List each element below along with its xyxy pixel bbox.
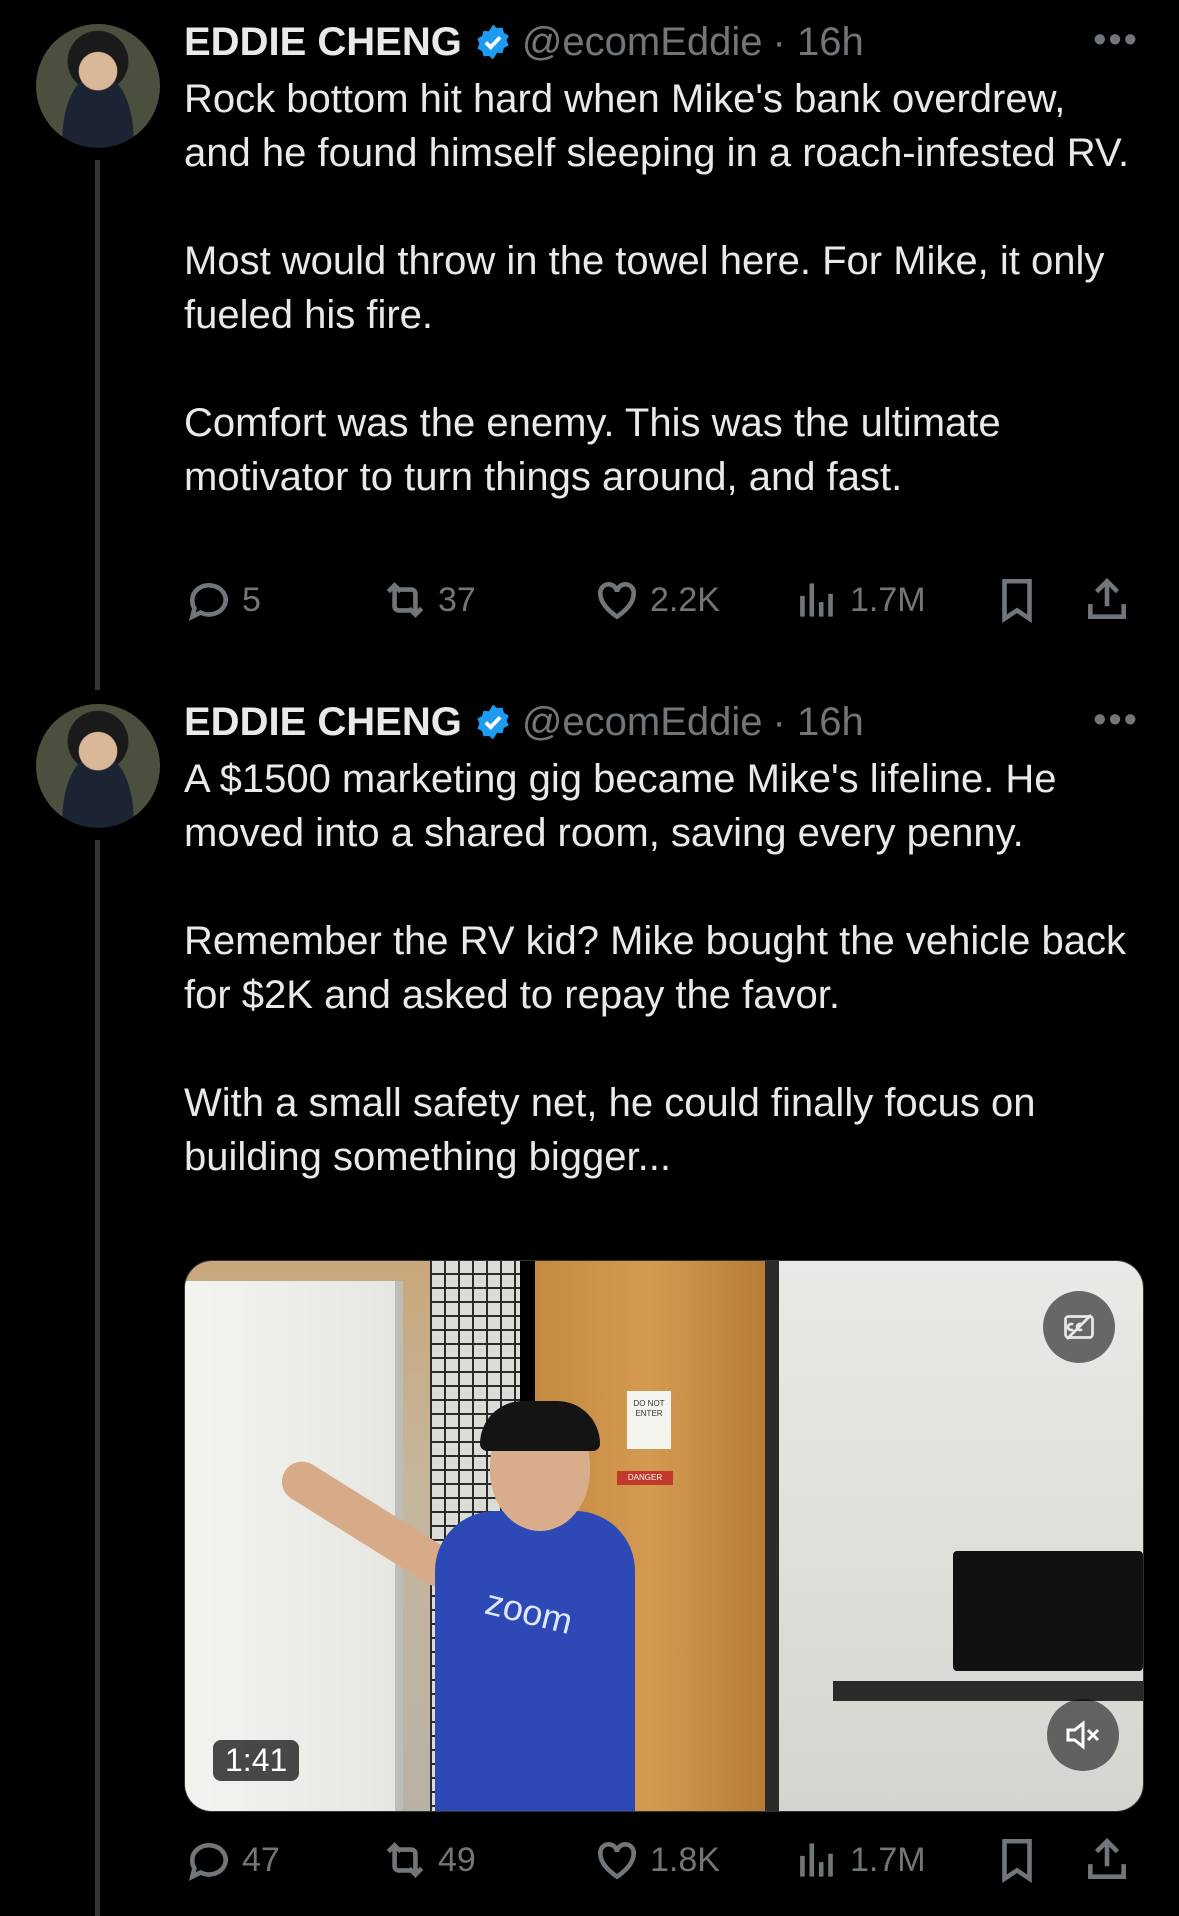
video-frame-monitor [953,1551,1143,1671]
repost-icon [386,582,424,618]
video-player[interactable]: DO NOT ENTER DANGER zoom 1:41 [184,1260,1144,1812]
bookmark-icon [1002,578,1032,624]
speaker-muted-icon [1066,1720,1100,1750]
tweet-body: Rock bottom hit hard when Mike's bank ov… [184,72,1139,504]
tweet-time[interactable]: · 16h [773,700,864,745]
bookmark-button[interactable] [992,572,1042,628]
views-count: 1.7M [850,1840,926,1879]
action-bar: 47 49 1.8K 1.7M [184,1832,1139,1888]
captions-off-icon [1064,1314,1094,1340]
repost-count: 37 [438,580,476,619]
views-button[interactable]: 1.7M [792,572,926,628]
danger-sign: DANGER [617,1471,673,1485]
reply-icon [188,1843,228,1881]
avatar[interactable] [36,24,160,148]
author-handle[interactable]: @ecomEddie [522,20,763,65]
views-icon [800,1843,833,1877]
tweet-paragraph: Most would throw in the towel here. For … [184,239,1105,337]
more-options-icon[interactable]: ••• [1093,701,1139,739]
reply-button[interactable]: 47 [184,1832,280,1888]
verified-badge-icon [477,24,509,60]
captions-button[interactable] [1043,1291,1115,1363]
heart-icon [598,582,636,620]
verified-badge-icon [477,704,509,740]
video-frame-doorframe [765,1261,779,1811]
tweet-paragraph: Rock bottom hit hard when Mike's bank ov… [184,77,1130,175]
tweet-header: EDDIE CHENG @ecomEddie · 16h [184,696,1099,748]
share-button[interactable] [1082,1832,1132,1888]
video-frame-person-cap [480,1401,600,1451]
sign-text: DO NOT ENTER [633,1399,665,1418]
mute-button[interactable] [1047,1699,1119,1771]
tweet-paragraph: A $1500 marketing gig became Mike's life… [184,757,1057,855]
video-duration: 1:41 [213,1740,300,1781]
more-options-icon[interactable]: ••• [1093,21,1139,59]
tweet-1[interactable]: EDDIE CHENG @ecomEddie · 16h ••• Rock bo… [0,0,1179,690]
like-button[interactable]: 1.8K [592,1832,720,1888]
reply-icon [188,583,228,621]
views-button[interactable]: 1.7M [792,1832,926,1888]
thread-line [95,840,100,1916]
heart-icon [598,1842,636,1880]
like-count: 1.8K [650,1840,720,1879]
author-name[interactable]: EDDIE CHENG [184,20,462,65]
share-icon [1088,578,1126,619]
repost-count: 49 [438,1840,476,1879]
like-count: 2.2K [650,580,720,619]
thread-line [95,160,100,690]
tweet-header: EDDIE CHENG @ecomEddie · 16h [184,16,1099,68]
avatar[interactable] [36,704,160,828]
views-icon [800,583,833,617]
bookmark-icon [1002,1838,1032,1884]
repost-icon [386,1842,424,1878]
action-bar: 5 37 2.2K 1.7M [184,572,1139,628]
share-icon [1088,1838,1126,1879]
video-frame-person [435,1511,635,1811]
tweet-paragraph: With a small safety net, he could finall… [184,1081,1036,1179]
like-button[interactable]: 2.2K [592,572,720,628]
author-handle[interactable]: @ecomEddie [522,700,763,745]
bookmark-button[interactable] [992,1832,1042,1888]
video-frame-desk [833,1681,1143,1701]
reply-button[interactable]: 5 [184,572,261,628]
author-name[interactable]: EDDIE CHENG [184,700,462,745]
tweet-body: A $1500 marketing gig became Mike's life… [184,752,1139,1184]
tweet-paragraph: Remember the RV kid? Mike bought the veh… [184,919,1126,1017]
reply-count: 47 [242,1840,280,1879]
video-frame-sign: DO NOT ENTER [627,1391,671,1449]
tweet-time[interactable]: · 16h [773,20,864,65]
tweet-2[interactable]: EDDIE CHENG @ecomEddie · 16h ••• A $1500… [0,680,1179,1916]
share-button[interactable] [1082,572,1132,628]
repost-button[interactable]: 49 [380,1832,476,1888]
reply-count: 5 [242,580,261,619]
tweet-paragraph: Comfort was the enemy. This was the ulti… [184,401,1001,499]
views-count: 1.7M [850,580,926,619]
repost-button[interactable]: 37 [380,572,476,628]
